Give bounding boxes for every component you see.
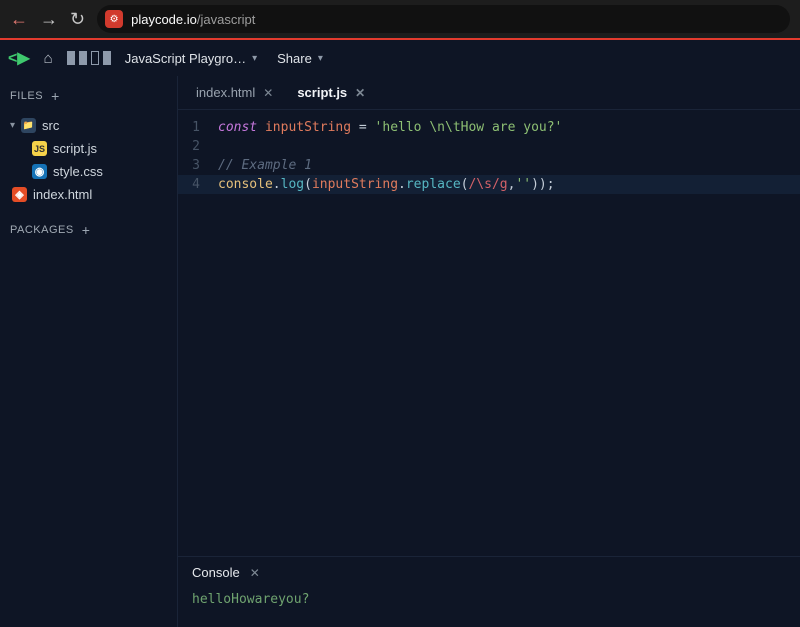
code-tokens: const inputString = 'hello \n\tHow are y… — [218, 118, 562, 137]
editor-tabs: index.html ✕ script.js ✕ — [178, 76, 800, 110]
sidebar: FILES + ▾ 📁 src JS script.js ◉ style.css… — [0, 76, 178, 627]
editor-area: index.html ✕ script.js ✕ 1 const inputSt… — [178, 76, 800, 627]
close-console-icon[interactable]: ✕ — [250, 566, 260, 580]
code-line: 4 console.log(inputString.replace(/\s/g,… — [178, 175, 800, 194]
console-header: Console ✕ — [178, 557, 800, 588]
tree-file-scriptjs[interactable]: JS script.js — [0, 137, 177, 160]
line-number: 2 — [178, 137, 218, 156]
chevron-down-icon: ▾ — [10, 120, 15, 131]
files-header-label: FILES — [10, 90, 43, 102]
url-path: /javascript — [197, 12, 256, 27]
code-tokens: // Example 1 — [218, 156, 312, 175]
layout-pane-icon — [103, 51, 111, 65]
chevron-down-icon: ▾ — [252, 53, 257, 64]
packages-header: PACKAGES + — [0, 214, 177, 246]
code-editor[interactable]: 1 const inputString = 'hello \n\tHow are… — [178, 110, 800, 556]
tab-label: script.js — [297, 85, 347, 100]
forward-icon[interactable]: → — [40, 9, 58, 30]
home-icon[interactable]: ⌂ — [44, 50, 53, 67]
folder-icon: 📁 — [21, 118, 36, 133]
code-tokens: console.log(inputString.replace(/\s/g,''… — [218, 175, 555, 194]
app-logo-icon[interactable]: <▶ — [8, 48, 30, 68]
url-bar[interactable]: ⚙ playcode.io/javascript — [97, 5, 790, 33]
file-label: style.css — [53, 164, 103, 179]
console-panel: Console ✕ helloHowareyou? — [178, 556, 800, 627]
packages-header-label: PACKAGES — [10, 224, 74, 236]
tab-script-js[interactable]: script.js ✕ — [287, 76, 375, 109]
html-file-icon: ◈ — [12, 187, 27, 202]
project-label: JavaScript Playgro… — [125, 51, 246, 66]
line-number: 1 — [178, 118, 218, 137]
tab-label: index.html — [196, 85, 255, 100]
console-output: helloHowareyou? — [178, 588, 800, 627]
url-text: playcode.io/javascript — [131, 12, 255, 27]
layout-pane-icon — [91, 51, 99, 65]
browser-chrome: ← → ↻ ⚙ playcode.io/javascript — [0, 0, 800, 40]
layout-pane-icon — [67, 51, 75, 65]
css-file-icon: ◉ — [32, 164, 47, 179]
tree-folder-src[interactable]: ▾ 📁 src — [0, 114, 177, 137]
file-tree: ▾ 📁 src JS script.js ◉ style.css ◈ index… — [0, 112, 177, 208]
app-toolbar: <▶ ⌂ JavaScript Playgro… ▾ Share ▾ — [0, 40, 800, 76]
file-label: index.html — [33, 187, 92, 202]
add-package-icon[interactable]: + — [82, 222, 91, 238]
tree-file-indexhtml[interactable]: ◈ index.html — [0, 183, 177, 206]
file-label: script.js — [53, 141, 97, 156]
layout-pane-icon — [79, 51, 87, 65]
reload-icon[interactable]: ↻ — [70, 9, 85, 30]
tree-file-stylecss[interactable]: ◉ style.css — [0, 160, 177, 183]
js-file-icon: JS — [32, 141, 47, 156]
share-dropdown[interactable]: Share ▾ — [277, 51, 323, 66]
files-header: FILES + — [0, 80, 177, 112]
line-number: 3 — [178, 156, 218, 175]
share-label: Share — [277, 51, 312, 66]
tab-index-html[interactable]: index.html ✕ — [186, 76, 283, 109]
add-file-icon[interactable]: + — [51, 88, 60, 104]
chevron-down-icon: ▾ — [318, 53, 323, 64]
code-line: 2 — [178, 137, 800, 156]
line-number: 4 — [178, 175, 218, 194]
close-tab-icon[interactable]: ✕ — [263, 86, 273, 100]
layout-toggle[interactable] — [67, 51, 111, 65]
back-icon[interactable]: ← — [10, 9, 28, 30]
project-dropdown[interactable]: JavaScript Playgro… ▾ — [125, 51, 257, 66]
code-line: 3 // Example 1 — [178, 156, 800, 175]
url-host: playcode.io — [131, 12, 197, 27]
close-tab-icon[interactable]: ✕ — [355, 86, 365, 100]
main-layout: FILES + ▾ 📁 src JS script.js ◉ style.css… — [0, 76, 800, 627]
console-title: Console — [192, 565, 240, 580]
code-line: 1 const inputString = 'hello \n\tHow are… — [178, 118, 800, 137]
folder-label: src — [42, 118, 59, 133]
site-badge-icon: ⚙ — [105, 10, 123, 28]
